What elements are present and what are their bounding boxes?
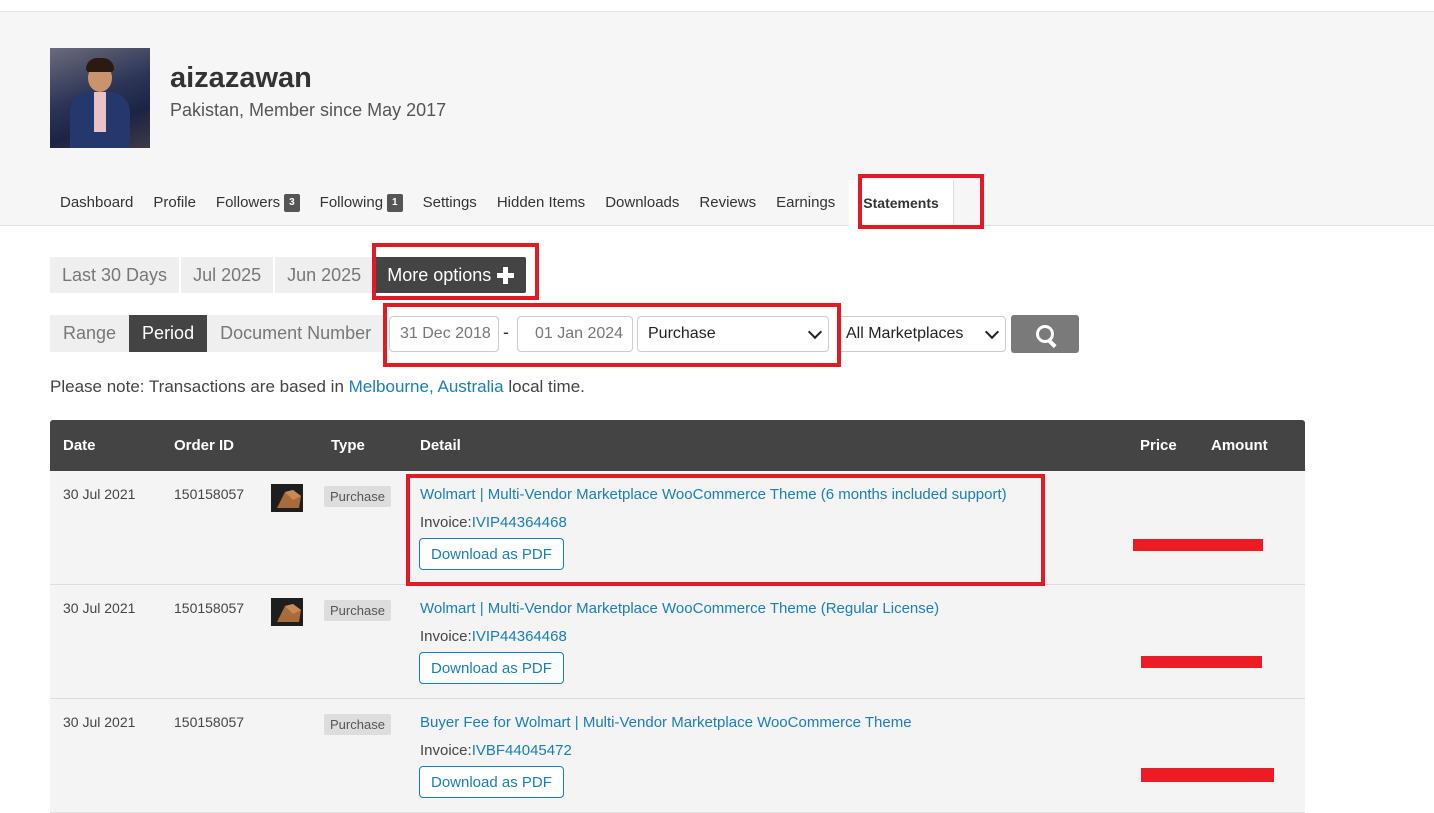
- type-badge: Purchase: [324, 486, 391, 507]
- row-order-id: 150158057: [174, 600, 245, 616]
- column-detail: Detail: [420, 437, 461, 454]
- note-text: Please note: Transactions are based in: [50, 377, 349, 396]
- tab-settings[interactable]: Settings: [413, 180, 487, 225]
- row-date: 30 Jul 2021: [63, 714, 136, 730]
- invoice-label: Invoice:: [420, 742, 472, 759]
- tab-dashboard[interactable]: Dashboard: [50, 180, 143, 225]
- type-select-value: Purchase: [648, 325, 716, 342]
- following-count-badge: 1: [387, 193, 403, 212]
- invoice-label: Invoice:: [420, 628, 472, 645]
- profile-header: aizazawan Pakistan, Member since May 201…: [0, 12, 1434, 226]
- tab-earnings[interactable]: Earnings: [766, 180, 845, 225]
- price-redaction: [1141, 768, 1274, 782]
- item-title-link[interactable]: Buyer Fee for Wolmart | Multi-Vendor Mar…: [420, 714, 912, 731]
- tab-label: Reviews: [699, 194, 757, 211]
- tab-statements[interactable]: Statements: [849, 179, 954, 226]
- date-separator: -: [503, 322, 509, 342]
- column-type: Type: [331, 437, 365, 454]
- tab-label: Followers: [215, 194, 281, 211]
- price-redaction: [1133, 539, 1263, 551]
- invoice-number[interactable]: IVIP44364468: [472, 628, 567, 645]
- invoice-number[interactable]: IVIP44364468: [472, 514, 567, 531]
- tab-profile[interactable]: Profile: [143, 180, 206, 225]
- document-number-button[interactable]: Document Number: [207, 315, 385, 352]
- tab-hidden-items[interactable]: Hidden Items: [487, 180, 595, 225]
- tab-downloads[interactable]: Downloads: [595, 180, 689, 225]
- tab-following[interactable]: Following 1: [310, 180, 413, 225]
- item-title-link[interactable]: Wolmart | Multi-Vendor Marketplace WooCo…: [420, 486, 1007, 503]
- last-30-days-button[interactable]: Last 30 Days: [50, 257, 180, 293]
- table-header: Date Order ID Type Detail Price Amount: [50, 420, 1305, 471]
- top-strip: [0, 0, 1434, 12]
- search-button[interactable]: [1011, 315, 1079, 353]
- tab-label: Settings: [422, 194, 477, 211]
- tab-label: Profile: [153, 194, 196, 211]
- price-redaction: [1141, 656, 1262, 668]
- more-options-button[interactable]: More options: [375, 257, 527, 293]
- table-row: 30 Jul 2021 150158057 Purchase Wolmart |…: [50, 471, 1305, 585]
- download-pdf-button[interactable]: Download as PDF: [419, 538, 564, 570]
- download-pdf-button[interactable]: Download as PDF: [419, 652, 564, 684]
- jul-2025-button[interactable]: Jul 2025: [181, 257, 274, 293]
- tab-reviews[interactable]: Reviews: [689, 180, 766, 225]
- chevron-down-icon: [984, 324, 1000, 339]
- avatar[interactable]: [50, 48, 150, 148]
- invoice-line: Invoice:IVIP44364468: [420, 628, 567, 645]
- marketplace-select-value: All Marketplaces: [846, 325, 964, 342]
- product-thumbnail-icon: [271, 484, 303, 512]
- tab-label: Earnings: [776, 194, 836, 211]
- tab-label: Statements: [863, 194, 939, 211]
- column-price: Price: [1140, 437, 1177, 454]
- invoice-line: Invoice:IVIP44364468: [420, 514, 567, 531]
- chevron-down-icon: [807, 324, 823, 339]
- date-to-input[interactable]: 01 Jan 2024: [517, 316, 633, 352]
- tab-label: Following: [319, 194, 384, 211]
- invoice-line: Invoice:IVBF44045472: [420, 742, 572, 759]
- tab-label: Hidden Items: [496, 194, 586, 211]
- filter-mode-buttons: Range Period Document Number: [50, 315, 385, 352]
- row-order-id: 150158057: [174, 486, 245, 502]
- row-order-id: 150158057: [174, 714, 245, 730]
- plus-icon: [497, 266, 515, 284]
- more-options-label: More options: [387, 264, 492, 285]
- column-order-id: Order ID: [174, 437, 235, 454]
- note-suffix: local time.: [503, 377, 585, 396]
- marketplace-select[interactable]: All Marketplaces: [838, 316, 1006, 352]
- timezone-note: Please note: Transactions are based in M…: [50, 377, 585, 397]
- period-quick-buttons: Last 30 Days Jul 2025 Jun 2025 More opti…: [50, 257, 528, 293]
- type-badge: Purchase: [324, 600, 391, 621]
- invoice-label: Invoice:: [420, 514, 472, 531]
- row-date: 30 Jul 2021: [63, 486, 136, 502]
- username: aizazawan: [170, 62, 312, 94]
- type-select[interactable]: Purchase: [637, 316, 829, 352]
- product-thumbnail-icon: [271, 598, 303, 626]
- member-info: Pakistan, Member since May 2017: [170, 100, 447, 120]
- tab-label: Dashboard: [60, 194, 134, 211]
- statements-table: Date Order ID Type Detail Price Amount 3…: [50, 420, 1305, 813]
- download-pdf-button[interactable]: Download as PDF: [419, 766, 564, 798]
- table-row: 30 Jul 2021 150158057 Purchase Wolmart |…: [50, 585, 1305, 699]
- timezone-link[interactable]: Melbourne, Australia: [349, 377, 504, 396]
- date-from-input[interactable]: 31 Dec 2018: [389, 316, 499, 352]
- row-date: 30 Jul 2021: [63, 600, 136, 616]
- invoice-number[interactable]: IVBF44045472: [472, 742, 572, 759]
- tab-followers[interactable]: Followers 3: [206, 180, 310, 225]
- tab-label: Downloads: [605, 194, 680, 211]
- profile-tabs: Dashboard Profile Followers 3 Following 1 …: [50, 179, 954, 226]
- item-title-link[interactable]: Wolmart | Multi-Vendor Marketplace WooCo…: [420, 600, 939, 617]
- type-badge: Purchase: [324, 714, 391, 735]
- followers-count-badge: 3: [284, 193, 300, 212]
- column-amount: Amount: [1211, 437, 1268, 454]
- range-button[interactable]: Range: [50, 315, 130, 352]
- column-date: Date: [63, 437, 96, 454]
- period-button[interactable]: Period: [129, 315, 208, 352]
- jun-2025-button[interactable]: Jun 2025: [275, 257, 374, 293]
- table-row: 30 Jul 2021 150158057 Purchase Buyer Fee…: [50, 699, 1305, 813]
